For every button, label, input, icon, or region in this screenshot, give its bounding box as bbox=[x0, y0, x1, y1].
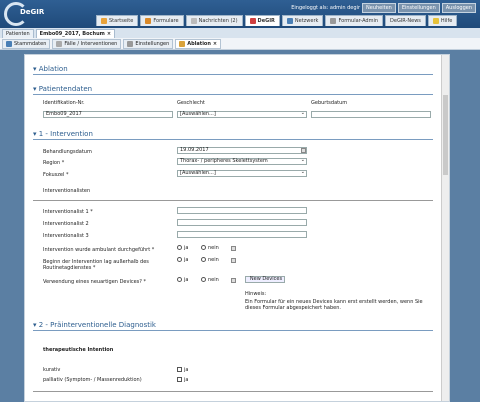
cases-icon bbox=[56, 40, 63, 47]
id-label: Identifikation-Nr. bbox=[43, 100, 85, 106]
user-text: Eingeloggt als: admin degir bbox=[291, 5, 361, 11]
degir-icon bbox=[249, 18, 256, 24]
device-no-radio[interactable]: nein bbox=[201, 277, 219, 283]
scrollbar-thumb[interactable] bbox=[443, 95, 448, 175]
hint-title: Hinweis: bbox=[245, 291, 267, 297]
ambulant-no-radio[interactable]: nein bbox=[201, 245, 219, 251]
device-yes-radio[interactable]: ja bbox=[177, 277, 188, 283]
close-icon[interactable]: × bbox=[213, 41, 217, 47]
sub-tabs: Stammdaten Fälle / Interventionen Einste… bbox=[0, 38, 480, 50]
palliative-checkbox[interactable]: ja bbox=[177, 377, 188, 383]
record-tabs: Patienten Embo09_2017, Bochum × bbox=[0, 28, 480, 38]
main-tabs: Startseite Formulare Nachrichten (2) DeG… bbox=[96, 15, 458, 26]
tab-netzwerk[interactable]: Netzwerk bbox=[281, 15, 324, 26]
admin-icon bbox=[330, 18, 337, 24]
sex-label: Geschlecht bbox=[177, 100, 205, 106]
tab-einstellungen[interactable]: Einstellungen bbox=[123, 38, 174, 49]
network-icon bbox=[286, 18, 293, 24]
forms-icon bbox=[145, 18, 152, 24]
begin-label: Beginn der Intervention lag außerhalb de… bbox=[43, 259, 149, 271]
tab-stammdaten[interactable]: Stammdaten bbox=[2, 38, 51, 49]
tab-startseite[interactable]: Startseite bbox=[96, 15, 139, 26]
device-label: Verwendung eines neuartigen Devices? * bbox=[43, 279, 147, 285]
interventionalist3-label: Interventionalist 3 bbox=[43, 233, 89, 239]
scrollbar[interactable] bbox=[441, 55, 449, 401]
begin-no-radio[interactable]: nein bbox=[201, 257, 219, 263]
interventionalist1-input[interactable] bbox=[177, 207, 307, 214]
news-button[interactable]: Neuheiten bbox=[362, 3, 396, 13]
user-bar: Eingeloggt als: admin degir Neuheiten Ei… bbox=[291, 3, 476, 13]
top-header: DeGIR Eingeloggt als: admin degir Neuhei… bbox=[0, 0, 480, 28]
divider bbox=[33, 391, 433, 392]
clear-icon[interactable] bbox=[231, 278, 236, 283]
interventionalists-heading: Interventionalisten bbox=[43, 188, 91, 194]
date-input[interactable]: 19.09.2017 bbox=[177, 147, 307, 154]
id-input[interactable]: Embo09_2017 bbox=[43, 111, 173, 118]
section-intervention[interactable]: ▾ 1 - Intervention bbox=[33, 130, 433, 140]
interventionalist1-label: Interventionalist 1 * bbox=[43, 209, 93, 215]
birth-label: Geburtsdatum bbox=[311, 100, 348, 106]
tab-ablation[interactable]: Ablation × bbox=[175, 38, 222, 49]
settings-button[interactable]: Einstellungen bbox=[397, 3, 440, 13]
tab-hilfe[interactable]: Hilfe bbox=[427, 15, 458, 26]
interventionalist2-label: Interventionalist 2 bbox=[43, 221, 89, 227]
tab-formulare[interactable]: Formulare bbox=[140, 15, 184, 26]
clear-icon[interactable] bbox=[231, 246, 236, 251]
form-panel: ▾ Ablation ▾ Patientendaten Identifikati… bbox=[24, 54, 450, 402]
region-select[interactable]: Thorax- / peripheres Skelettsystem bbox=[177, 158, 307, 165]
birth-input[interactable] bbox=[311, 111, 431, 118]
tab-patienten[interactable]: Patienten bbox=[2, 29, 34, 38]
section-diagnostik[interactable]: ▾ 2 - Präinterventionelle Diagnostik bbox=[33, 321, 433, 331]
help-icon bbox=[432, 18, 439, 24]
wrench-icon bbox=[127, 40, 134, 47]
logo-text: DeGIR bbox=[20, 8, 45, 16]
ambulant-label: Intervention wurde ambulant durchgeführt… bbox=[43, 247, 155, 253]
tab-patient-record[interactable]: Embo09_2017, Bochum × bbox=[35, 29, 116, 38]
tab-nachrichten[interactable]: Nachrichten (2) bbox=[185, 15, 243, 26]
begin-yes-radio[interactable]: ja bbox=[177, 257, 188, 263]
clear-icon[interactable] bbox=[231, 258, 236, 263]
interventionalist3-input[interactable] bbox=[177, 231, 307, 238]
date-label: Behandlungsdatum bbox=[43, 149, 92, 155]
tab-formular-admin[interactable]: Formular-Admin bbox=[325, 15, 384, 26]
mail-icon bbox=[190, 18, 197, 24]
curative-label: kurativ bbox=[43, 367, 61, 373]
close-icon[interactable]: × bbox=[107, 31, 111, 37]
curative-checkbox[interactable]: ja bbox=[177, 367, 188, 373]
new-devices-button[interactable]: New Devices bbox=[245, 276, 285, 283]
tab-degir[interactable]: DeGIR bbox=[244, 15, 280, 26]
pencil-icon bbox=[179, 40, 186, 47]
person-icon bbox=[6, 40, 12, 47]
sex-select[interactable]: [Auswählen...] bbox=[177, 111, 307, 118]
palliative-label: palliativ (Symptom- / Massenreduktion) bbox=[43, 377, 142, 383]
therapy-heading: therapeutische Intention bbox=[43, 347, 114, 353]
section-patientendaten[interactable]: ▾ Patientendaten bbox=[33, 85, 433, 95]
logout-button[interactable]: Ausloggen bbox=[441, 3, 476, 13]
divider bbox=[33, 200, 433, 201]
region-label: Region * bbox=[43, 160, 65, 166]
section-ablation[interactable]: ▾ Ablation bbox=[33, 65, 433, 75]
interventionalist2-input[interactable] bbox=[177, 219, 307, 226]
calendar-icon[interactable] bbox=[301, 148, 306, 153]
ambulant-yes-radio[interactable]: ja bbox=[177, 245, 188, 251]
hint-text: Ein Formular für ein neues Devices kann … bbox=[245, 299, 423, 311]
tab-degir-news[interactable]: DeGIR-News bbox=[385, 15, 426, 26]
tab-faelle[interactable]: Fälle / Interventionen bbox=[52, 38, 122, 49]
focus-label: Fokuszel * bbox=[43, 172, 69, 178]
focus-select[interactable]: [Auswählen...] bbox=[177, 170, 307, 177]
home-icon bbox=[101, 18, 107, 24]
